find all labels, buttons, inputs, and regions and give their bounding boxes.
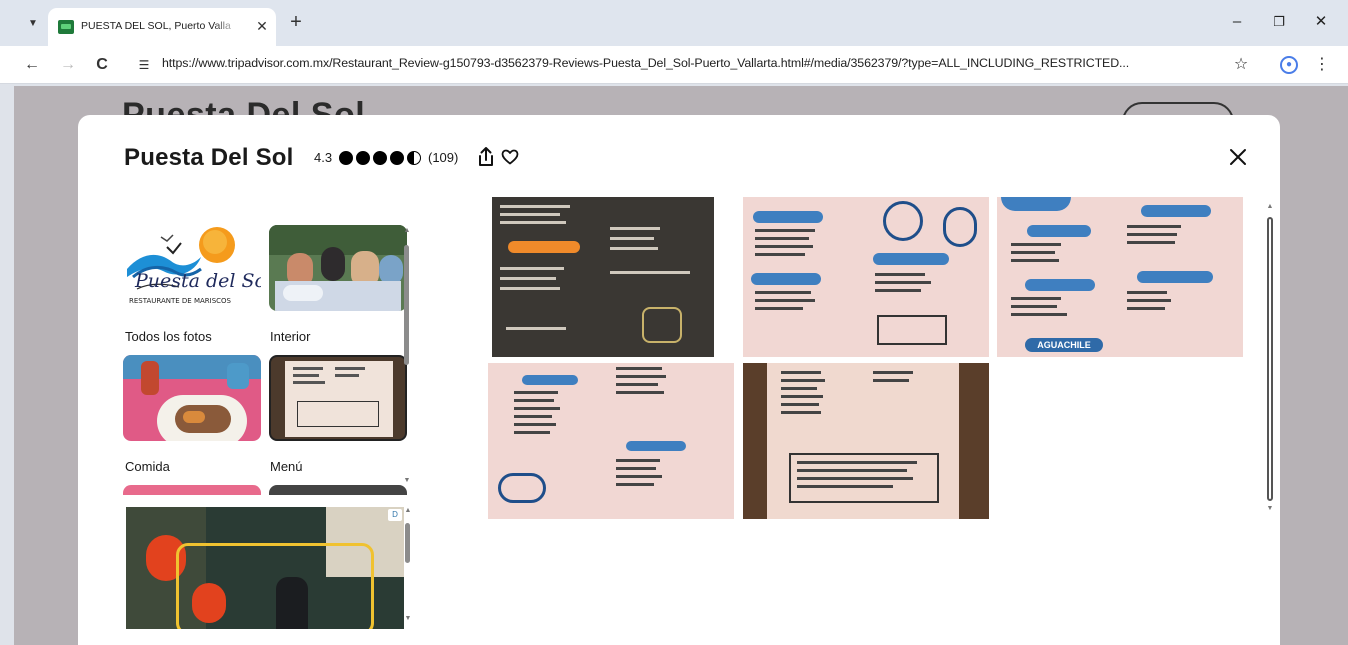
tab-title: PUESTA DEL SOL, Puerto Valla [81,20,241,32]
category-scrollbar[interactable]: ▲ ▼ [403,227,411,485]
category-label[interactable]: Todos los fotos [125,329,212,344]
media-gallery-modal: Puesta Del Sol 4.3 (109) Puesta del Sol … [78,115,1280,645]
svg-text:RESTAURANTE DE MARISCOS: RESTAURANTE DE MARISCOS [129,297,232,305]
bubble-icon [356,151,370,165]
tab-list-icon[interactable]: ▼ [22,13,44,35]
restore-icon[interactable]: ❐ [1264,10,1294,34]
scroll-up-icon[interactable]: ▲ [403,227,411,235]
window-close-icon[interactable]: ✕ [1306,10,1336,34]
close-icon[interactable]: ✕ [253,17,271,35]
site-info-icon[interactable]: ☰ [134,53,154,77]
star-icon[interactable]: ☆ [1230,53,1252,77]
bubble-icon [339,151,353,165]
minimize-icon[interactable]: – [1222,10,1252,34]
scroll-down-icon[interactable]: ▼ [1266,505,1274,513]
heart-icon[interactable] [501,148,519,166]
category-list: Puesta del Sol RESTAURANTE DE MARISCOS T… [123,225,423,495]
browser-tab[interactable]: PUESTA DEL SOL, Puerto Valla ✕ [48,8,276,46]
category-label[interactable]: Comida [125,459,170,474]
forward-arrow-icon[interactable]: → [56,53,80,77]
category-tile[interactable] [123,485,261,495]
url-field[interactable]: https://www.tripadvisor.com.mx/Restauran… [162,56,1222,70]
restaurant-logo: Puesta del Sol RESTAURANTE DE MARISCOS [127,227,261,305]
category-tile[interactable] [269,485,407,495]
svg-text:Puesta del Sol: Puesta del Sol [134,270,261,292]
menu-photo-1[interactable] [492,197,714,357]
tripadvisor-favicon-icon [58,20,74,34]
half-bubble-icon [407,151,421,165]
category-interior[interactable] [269,225,407,311]
menu-badge: AGUACHILE [1025,338,1103,352]
bubble-icon [390,151,404,165]
menu-photo-4[interactable] [488,363,734,519]
rating-bubbles [339,151,423,165]
address-bar: ← → C ☰ https://www.tripadvisor.com.mx/R… [0,46,1348,84]
ad-scrollbar[interactable]: ▲ ▼ [404,507,412,625]
menu-photo-3[interactable]: AGUACHILE [997,197,1243,357]
scroll-up-icon[interactable]: ▲ [404,507,412,515]
category-menu[interactable] [269,355,407,441]
kebab-icon[interactable]: ⋮ [1314,53,1330,77]
menu-photo-2[interactable] [743,197,989,357]
reload-icon[interactable]: C [90,53,114,77]
ad-choices-icon[interactable]: D [388,509,402,521]
review-count[interactable]: (109) [428,150,458,165]
scroll-up-icon[interactable]: ▲ [1266,203,1274,211]
scroll-thumb[interactable] [404,245,409,365]
bubble-icon [373,151,387,165]
profile-icon[interactable]: ● [1280,56,1298,74]
back-arrow-icon[interactable]: ← [20,53,44,77]
scroll-thumb[interactable] [1267,217,1273,501]
tab-strip: ▼ PUESTA DEL SOL, Puerto Valla ✕ + – ❐ ✕ [0,0,1348,46]
gallery-scrollbar[interactable]: ▲ ▼ [1266,203,1274,513]
category-label[interactable]: Menú [270,459,303,474]
modal-title: Puesta Del Sol [124,144,294,171]
menu-photo-5[interactable] [743,363,989,519]
scroll-thumb[interactable] [405,523,410,563]
plus-icon[interactable]: + [285,11,307,33]
scroll-down-icon[interactable]: ▼ [404,615,412,623]
scroll-down-icon[interactable]: ▼ [403,477,411,485]
rating-value: 4.3 [314,150,333,165]
category-food[interactable] [123,355,261,441]
advertisement[interactable]: D [126,507,404,629]
category-all-photos[interactable]: Puesta del Sol RESTAURANTE DE MARISCOS [123,225,261,311]
close-modal-icon[interactable] [1226,145,1250,169]
category-label[interactable]: Interior [270,329,310,344]
share-icon[interactable] [476,146,496,168]
